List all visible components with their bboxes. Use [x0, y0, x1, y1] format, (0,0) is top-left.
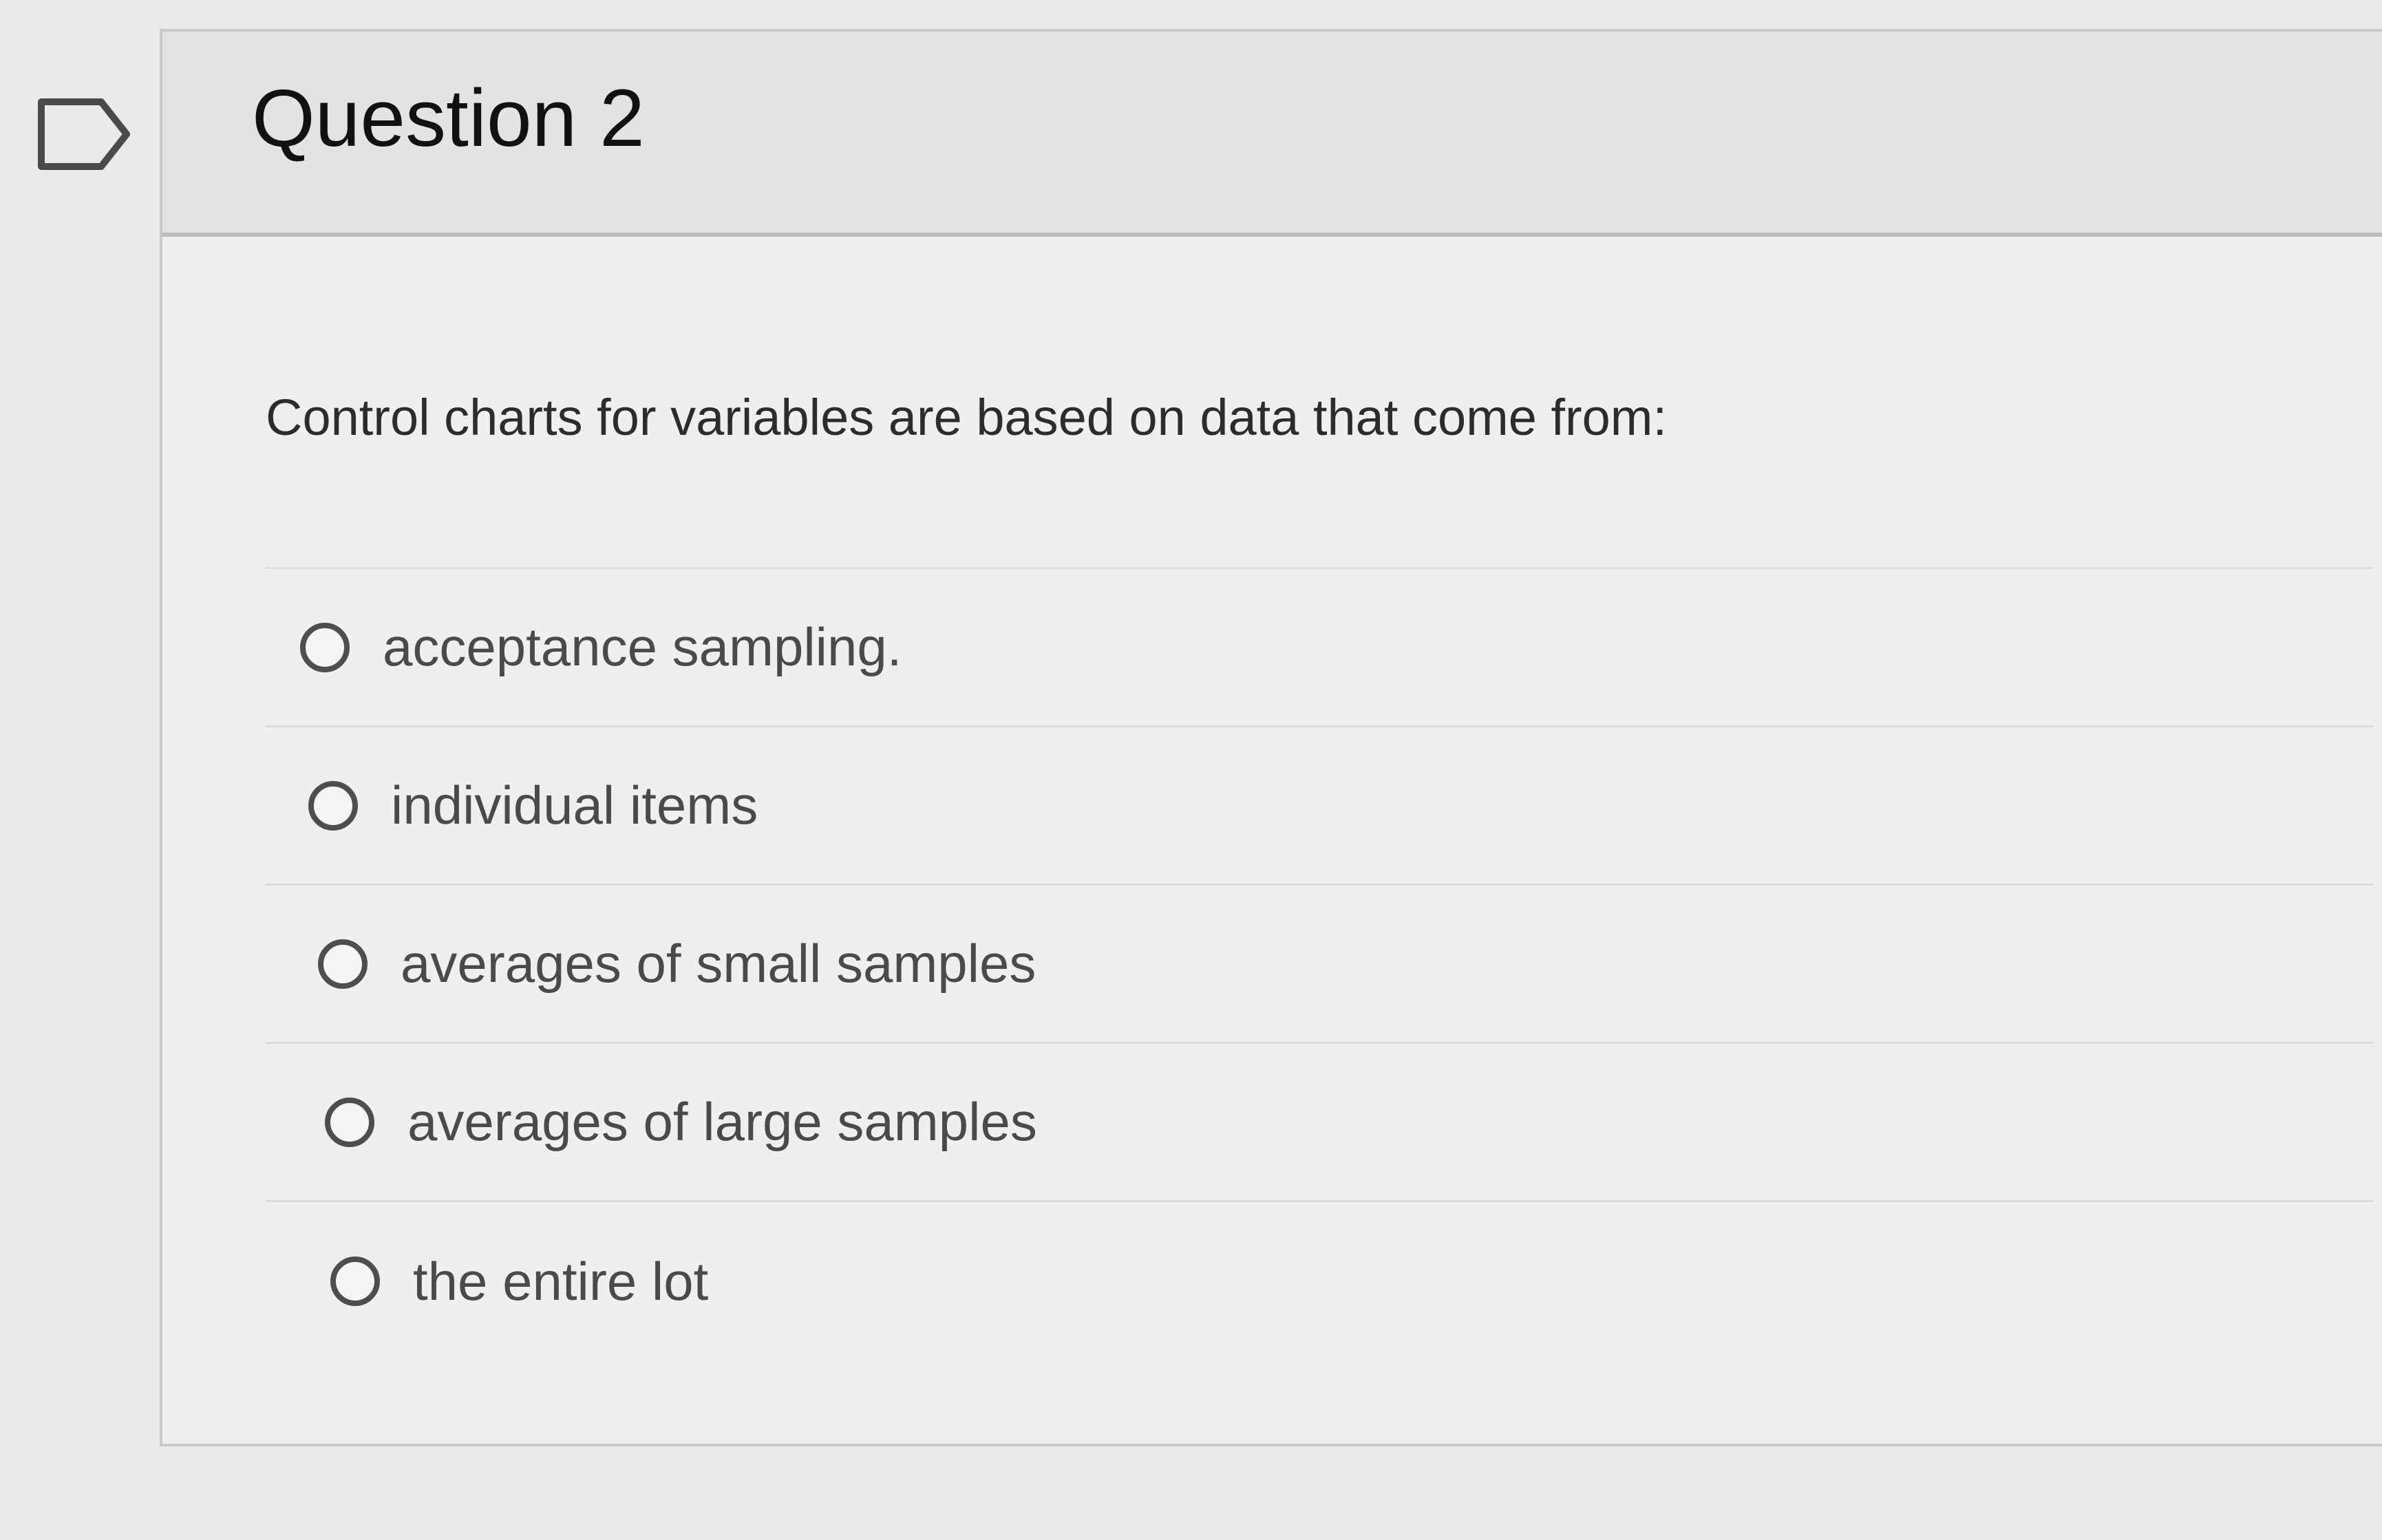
answer-label[interactable]: acceptance sampling. [383, 616, 902, 678]
answer-label[interactable]: averages of large samples [407, 1091, 1037, 1153]
question-title: Question 2 [252, 73, 645, 164]
answer-label[interactable]: averages of small samples [401, 932, 1036, 995]
answer-option[interactable]: the entire lot [266, 1202, 2373, 1360]
answer-label[interactable]: the entire lot [413, 1250, 708, 1313]
radio-button[interactable] [318, 939, 368, 989]
answer-option[interactable]: averages of large samples [266, 1044, 2373, 1202]
question-card: Question 2 Control charts for variables … [160, 29, 2382, 1446]
answer-option[interactable]: averages of small samples [266, 886, 2373, 1044]
question-prompt: Control charts for variables are based o… [266, 389, 1668, 446]
answer-label[interactable]: individual items [391, 774, 758, 837]
flag-question-icon[interactable] [36, 96, 132, 172]
answer-option[interactable]: acceptance sampling. [266, 569, 2373, 727]
answer-list: acceptance sampling. individual items av… [266, 569, 2382, 1360]
answer-option[interactable]: individual items [266, 727, 2373, 886]
radio-button[interactable] [325, 1097, 374, 1147]
question-header: Question 2 [162, 32, 2382, 237]
radio-button[interactable] [308, 780, 358, 831]
radio-button[interactable] [330, 1256, 380, 1306]
question-body: Control charts for variables are based o… [162, 388, 2382, 1360]
radio-button[interactable] [300, 622, 350, 672]
quiz-page: Question 2 Control charts for variables … [0, 0, 2382, 1540]
